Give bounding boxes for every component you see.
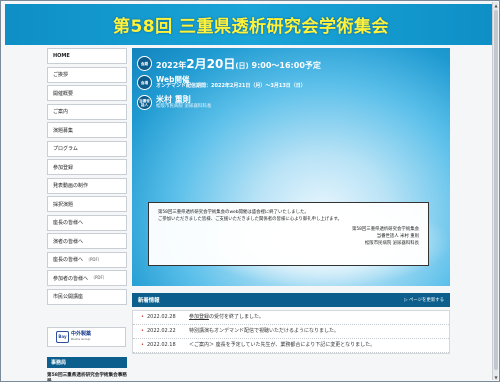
sidebar-item-label: 開催概要 bbox=[53, 90, 74, 97]
date-weekday: (日) bbox=[235, 62, 249, 70]
notice-line: 第58回三重県透析研究会学術集会のweb開催は盛会裡に終了いたしました。 bbox=[158, 210, 309, 215]
office-text: 第58回三重県透析研究会学術集会事務局 bbox=[47, 372, 127, 382]
sidebar-item-label: 参加者の皆様へ bbox=[53, 275, 89, 282]
notice-signature: 松阪市民病院 泌尿器科科長 bbox=[364, 241, 419, 246]
sponsor-sub: Roche Group bbox=[71, 336, 91, 341]
browser-frame: 第58回 三重県透析研究会学術集会 HOME ご挨拶 開催概要 ご案内 演題募集… bbox=[0, 0, 500, 382]
sidebar-item-label: ご案内 bbox=[53, 109, 69, 115]
vertical-scrollbar[interactable]: ▲ ▼ bbox=[492, 2, 498, 380]
news-title: 新着情報 bbox=[138, 298, 160, 304]
scroll-up-icon[interactable]: ▲ bbox=[493, 2, 499, 8]
sidebar-item-abstracts[interactable]: 演題募集 bbox=[47, 122, 127, 138]
sidebar-item-label: HOME bbox=[53, 53, 70, 59]
sidebar-item-chairs-pdf[interactable]: 座長の皆様へ （PDF） bbox=[47, 251, 127, 268]
news-refresh-link[interactable]: ▷ ページを更新する bbox=[404, 297, 444, 303]
news-text: ＜ご案内＞ 座長を予定していた先生が、業務都合により下記に変更となりました。 bbox=[189, 342, 376, 348]
sidebar-item-guide[interactable]: ご案内 bbox=[47, 103, 127, 120]
date-year: 2022年 bbox=[156, 61, 187, 70]
venue-main: Web開催 bbox=[156, 74, 190, 84]
date-badge: 会期 bbox=[137, 56, 152, 71]
venue-row: 会場 Web開催 オンデマンド配信期間：2022年2月21日（月）〜3月13日（… bbox=[137, 75, 306, 90]
sidebar-nav: HOME ご挨拶 開催概要 ご案内 演題募集 プログラム 参加登録 発表動画の制… bbox=[47, 48, 127, 382]
hero-banner: 会期 2022年2月20日(日) 9:00〜16:00予定 会場 Web開催 オ… bbox=[132, 48, 450, 286]
notice-signature: 当番世話人 米村 重則 bbox=[376, 234, 419, 239]
president-name: 米村 重則 bbox=[156, 94, 191, 104]
sidebar-item-overview[interactable]: 開催概要 bbox=[47, 85, 127, 101]
news-text-rest: の受付を終了しました。 bbox=[209, 314, 265, 320]
venue-sub: オンデマンド配信期間：2022年2月21日（月）〜3月13日（日） bbox=[156, 82, 306, 89]
sidebar-item-label: 参加登録 bbox=[53, 164, 74, 171]
sidebar-item-participants-pdf[interactable]: 参加者の皆様へ （PDF） bbox=[47, 270, 127, 286]
sidebar-item-label: 市民公開講座 bbox=[53, 294, 84, 300]
news-date: 2022.02.28 bbox=[147, 314, 176, 320]
sidebar-item-label: 採択演題 bbox=[53, 201, 74, 208]
president-row: 当番世話人 米村 重則 松阪市民病院 泌尿器科科長 bbox=[137, 95, 211, 110]
sponsor-text: 中外製薬 Roche Group bbox=[71, 331, 91, 342]
news-date: 2022.02.22 bbox=[147, 328, 176, 334]
site-title: 第58回 三重県透析研究会学術集会 bbox=[112, 17, 390, 37]
president-info: 米村 重則 松阪市民病院 泌尿器科科長 bbox=[156, 94, 212, 110]
news-date: 2022.02.18 bbox=[147, 342, 176, 348]
office-heading: 事務局 bbox=[47, 356, 127, 368]
event-date: 2022年2月20日(日) 9:00〜16:00予定 bbox=[156, 55, 321, 72]
date-day: 20日 bbox=[206, 57, 236, 71]
news-text: 参加登録の受付を終了しました。 bbox=[189, 314, 264, 321]
pdf-tag: （PDF） bbox=[86, 256, 102, 262]
venue-badge: 会場 bbox=[137, 75, 152, 90]
sidebar-item-home[interactable]: HOME bbox=[47, 48, 127, 64]
sidebar-item-label: プログラム bbox=[53, 146, 78, 152]
sidebar-item-speakers[interactable]: 演者の皆様へ bbox=[47, 233, 127, 249]
news-text: 特別講演もオンデマンド配信で視聴いただけるようになりました。 bbox=[189, 328, 340, 334]
sidebar-item-label: 演題募集 bbox=[53, 127, 74, 134]
news-header: 新着情報 ▷ ページを更新する bbox=[132, 293, 450, 307]
scroll-down-icon[interactable]: ▼ bbox=[493, 374, 499, 380]
news-item: • 2022.02.22 特別講演もオンデマンド配信で視聴いただけるようになりま… bbox=[133, 325, 449, 339]
sidebar-item-label: 演者の皆様へ bbox=[53, 238, 84, 245]
president-badge: 当番世話人 bbox=[137, 95, 152, 110]
news-item: • 2022.02.28 参加登録の受付を終了しました。 bbox=[133, 311, 449, 325]
site-header: 第58回 三重県透析研究会学術集会 bbox=[5, 4, 497, 45]
sidebar-item-label: ご挨拶 bbox=[53, 72, 69, 78]
sidebar-item-label: 座長の皆様へ bbox=[53, 220, 84, 226]
notice-signature: 第58回三重県透析研究会学術集会 bbox=[351, 227, 419, 232]
date-row: 会期 2022年2月20日(日) 9:00〜16:00予定 bbox=[137, 55, 321, 72]
date-time: 9:00〜16:00予定 bbox=[248, 61, 321, 70]
news-list: • 2022.02.28 参加登録の受付を終了しました。 • 2022.02.2… bbox=[132, 310, 450, 354]
sidebar-item-registration[interactable]: 参加登録 bbox=[47, 159, 127, 175]
sidebar-item-label: 発表動画の制作 bbox=[53, 183, 89, 189]
news-link[interactable]: 参加登録 bbox=[189, 314, 209, 320]
sidebar-item-public-lecture[interactable]: 市民公開講座 bbox=[47, 288, 127, 305]
sidebar-item-video[interactable]: 発表動画の制作 bbox=[47, 177, 127, 194]
sidebar-item-greeting[interactable]: ご挨拶 bbox=[47, 66, 127, 83]
sponsor-logo-icon: Bay bbox=[56, 330, 69, 343]
pdf-tag: （PDF） bbox=[91, 275, 107, 280]
venue-info: Web開催 オンデマンド配信期間：2022年2月21日（月）〜3月13日（日） bbox=[156, 74, 306, 90]
sponsor-banner[interactable]: Bay 中外製薬 Roche Group bbox=[47, 326, 126, 347]
sidebar-item-program[interactable]: プログラム bbox=[47, 140, 127, 157]
sidebar-item-accepted[interactable]: 採択演題 bbox=[47, 196, 127, 212]
news-item: • 2022.02.18 ＜ご案内＞ 座長を予定していた先生が、業務都合により下… bbox=[133, 339, 449, 353]
scroll-thumb[interactable] bbox=[494, 10, 498, 370]
closing-notice: 第58回三重県透析研究会学術集会のweb開催は盛会裡に終了いたしました。 ご参加… bbox=[148, 202, 429, 266]
sidebar-item-label: 座長の皆様へ bbox=[53, 257, 84, 263]
date-month: 2月 bbox=[186, 57, 207, 71]
sidebar-item-chairs[interactable]: 座長の皆様へ bbox=[47, 214, 127, 231]
notice-line: ご参加いただきました皆様、ご支援いただきました関係者の皆様に心より御礼申し上げま… bbox=[158, 217, 342, 222]
president-affiliation: 松阪市民病院 泌尿器科科長 bbox=[156, 103, 212, 109]
